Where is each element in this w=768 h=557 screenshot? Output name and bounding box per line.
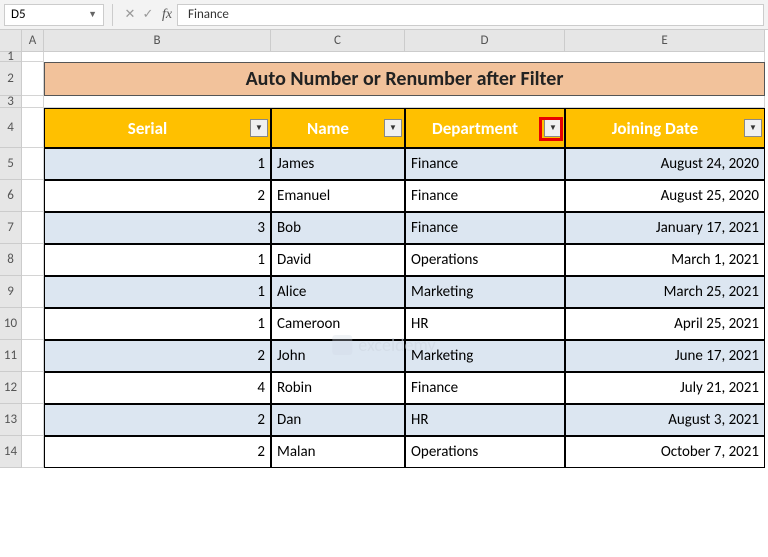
filter-button-header-name[interactable]: ▼ xyxy=(384,119,402,137)
row-header-5[interactable]: 5 xyxy=(0,148,22,180)
col-header-D[interactable]: D xyxy=(405,30,565,52)
cell-date[interactable]: June 17, 2021 xyxy=(565,340,765,372)
cell[interactable] xyxy=(22,212,44,244)
row-header-7[interactable]: 7 xyxy=(0,212,22,244)
row-header-13[interactable]: 13 xyxy=(0,404,22,436)
row-header-9[interactable]: 9 xyxy=(0,276,22,308)
cell[interactable] xyxy=(22,276,44,308)
fx-icon[interactable]: fx xyxy=(157,7,177,23)
cell-department[interactable]: Finance xyxy=(405,212,565,244)
cell[interactable] xyxy=(22,436,44,468)
cell-date[interactable]: August 24, 2020 xyxy=(565,148,765,180)
cell-name[interactable]: Alice xyxy=(271,276,405,308)
row-header-3[interactable]: 3 xyxy=(0,96,22,108)
cell-department[interactable]: Operations xyxy=(405,436,565,468)
cell-department[interactable]: Finance xyxy=(405,148,565,180)
name-box[interactable]: D5 ▼ xyxy=(4,4,104,26)
cell-serial[interactable]: 1 xyxy=(44,244,271,276)
cell-serial[interactable]: 1 xyxy=(44,308,271,340)
row-header-6[interactable]: 6 xyxy=(0,180,22,212)
cell-name[interactable]: Robin xyxy=(271,372,405,404)
cell-date[interactable]: August 25, 2020 xyxy=(565,180,765,212)
cell-department[interactable]: HR xyxy=(405,308,565,340)
cell-department[interactable]: Marketing xyxy=(405,276,565,308)
name-box-value: D5 xyxy=(11,7,88,22)
cancel-icon[interactable]: ✕ xyxy=(121,7,139,22)
header-serial-label: Serial xyxy=(45,118,250,139)
cell-date[interactable]: July 21, 2021 xyxy=(565,372,765,404)
header-name-label: Name xyxy=(272,118,384,139)
header-joining-label: Joining Date xyxy=(566,118,744,139)
cell-name[interactable]: James xyxy=(271,148,405,180)
cell[interactable] xyxy=(22,108,44,148)
header-joining: Joining Date▼ xyxy=(565,108,765,148)
row-header-4[interactable]: 4 xyxy=(0,108,22,148)
row-header-2[interactable]: 2 xyxy=(0,62,22,96)
row-header-10[interactable]: 10 xyxy=(0,308,22,340)
cell[interactable] xyxy=(22,148,44,180)
cell-name[interactable]: Malan xyxy=(271,436,405,468)
cell[interactable] xyxy=(22,96,44,108)
cell[interactable] xyxy=(22,52,44,62)
cell-name[interactable]: Dan xyxy=(271,404,405,436)
formula-bar: D5 ▼ ✕ ✓ fx Finance xyxy=(0,0,768,30)
filter-button-header-serial[interactable]: ▼ xyxy=(250,119,268,137)
header-department-label: Department xyxy=(406,118,544,139)
cell-serial[interactable]: 4 xyxy=(44,372,271,404)
cell-serial[interactable]: 2 xyxy=(44,340,271,372)
cell[interactable] xyxy=(22,62,44,96)
separator xyxy=(112,4,113,26)
cell[interactable] xyxy=(22,244,44,276)
cell[interactable] xyxy=(22,372,44,404)
cell-department[interactable]: Operations xyxy=(405,244,565,276)
col-header-B[interactable]: B xyxy=(44,30,271,52)
row-header-12[interactable]: 12 xyxy=(0,372,22,404)
cell-serial[interactable]: 2 xyxy=(44,436,271,468)
row-header-1[interactable]: 1 xyxy=(0,52,22,62)
cell-serial[interactable]: 1 xyxy=(44,276,271,308)
cell-name[interactable]: John xyxy=(271,340,405,372)
cell-date[interactable]: March 1, 2021 xyxy=(565,244,765,276)
formula-input[interactable]: Finance xyxy=(177,4,764,26)
cell[interactable] xyxy=(22,340,44,372)
cell-serial[interactable]: 3 xyxy=(44,212,271,244)
dropdown-icon[interactable]: ▼ xyxy=(88,9,97,20)
header-department: Department▼ xyxy=(405,108,565,148)
cell-department[interactable]: Marketing xyxy=(405,340,565,372)
col-header-C[interactable]: C xyxy=(271,30,405,52)
cell-department[interactable]: Finance xyxy=(405,180,565,212)
col-header-E[interactable]: E xyxy=(565,30,765,52)
cell-date[interactable]: January 17, 2021 xyxy=(565,212,765,244)
cell[interactable] xyxy=(44,96,765,108)
cell-name[interactable]: David xyxy=(271,244,405,276)
cell[interactable] xyxy=(44,52,765,62)
cell-name[interactable]: Emanuel xyxy=(271,180,405,212)
row-header-8[interactable]: 8 xyxy=(0,244,22,276)
filter-button-header-department[interactable]: ▼ xyxy=(544,119,562,137)
cell-date[interactable]: August 3, 2021 xyxy=(565,404,765,436)
filter-button-header-joining[interactable]: ▼ xyxy=(744,119,762,137)
spreadsheet-grid: ABCDE12Auto Number or Renumber after Fil… xyxy=(0,30,768,468)
header-serial: Serial▼ xyxy=(44,108,271,148)
cell-serial[interactable]: 2 xyxy=(44,180,271,212)
cell-date[interactable]: April 25, 2021 xyxy=(565,308,765,340)
cell-department[interactable]: HR xyxy=(405,404,565,436)
cell-serial[interactable]: 1 xyxy=(44,148,271,180)
title-cell: Auto Number or Renumber after Filter xyxy=(44,62,765,96)
cell-date[interactable]: March 25, 2021 xyxy=(565,276,765,308)
cell-name[interactable]: Cameroon xyxy=(271,308,405,340)
formula-text: Finance xyxy=(188,7,229,22)
header-name: Name▼ xyxy=(271,108,405,148)
cell[interactable] xyxy=(22,180,44,212)
cell-name[interactable]: Bob xyxy=(271,212,405,244)
row-header-14[interactable]: 14 xyxy=(0,436,22,468)
cell-date[interactable]: October 7, 2021 xyxy=(565,436,765,468)
cell[interactable] xyxy=(22,308,44,340)
cell[interactable] xyxy=(22,404,44,436)
cell-department[interactable]: Finance xyxy=(405,372,565,404)
enter-icon[interactable]: ✓ xyxy=(139,7,157,22)
row-header-11[interactable]: 11 xyxy=(0,340,22,372)
col-header-A[interactable]: A xyxy=(22,30,44,52)
cell-serial[interactable]: 2 xyxy=(44,404,271,436)
